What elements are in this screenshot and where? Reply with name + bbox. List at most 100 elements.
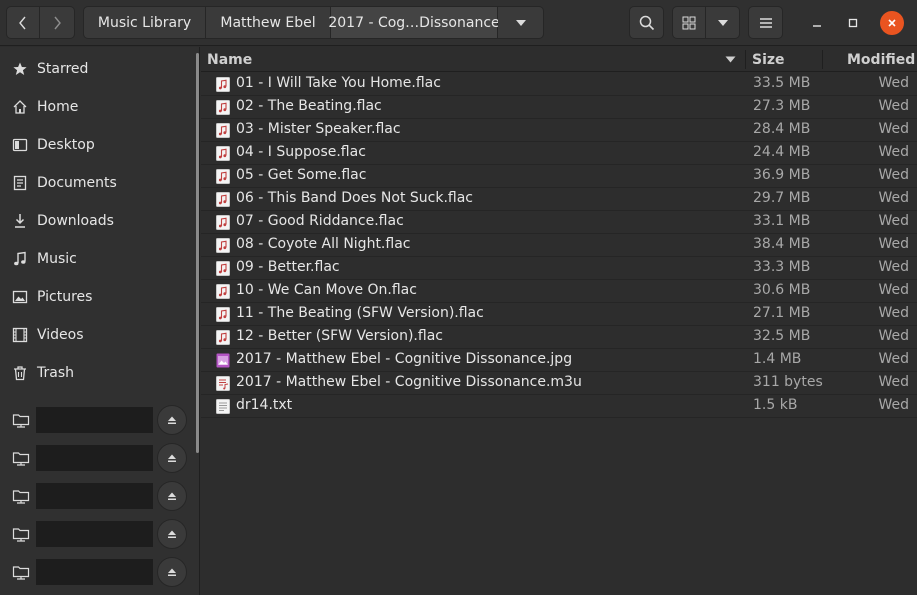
minimize-icon xyxy=(813,25,821,27)
eject-button[interactable] xyxy=(157,557,187,587)
file-size: 27.3 MB xyxy=(753,98,811,114)
main-menu-button[interactable] xyxy=(748,6,783,39)
file-name: 07 - Good Riddance.flac xyxy=(236,213,404,229)
file-modified: Wed xyxy=(878,75,909,91)
sidebar-item-pictures[interactable]: Pictures xyxy=(0,278,196,316)
file-modified: Wed xyxy=(878,397,909,413)
eject-button[interactable] xyxy=(157,519,187,549)
sort-descending-icon xyxy=(725,56,736,63)
file-size: 30.6 MB xyxy=(753,282,811,298)
file-name: 08 - Coyote All Night.flac xyxy=(236,236,411,252)
audio-file-icon xyxy=(216,192,230,207)
file-name: dr14.txt xyxy=(236,397,293,413)
grid-view-button[interactable] xyxy=(672,6,706,39)
hamburger-icon xyxy=(759,17,772,28)
back-button[interactable] xyxy=(6,6,40,39)
file-modified: Wed xyxy=(878,282,909,298)
file-size: 33.3 MB xyxy=(753,259,811,275)
column-modified-header[interactable]: Modified xyxy=(847,47,915,72)
file-row[interactable]: 2017 - Matthew Ebel - Cognitive Dissonan… xyxy=(201,349,917,372)
volume-name-redacted xyxy=(36,559,153,585)
file-modified: Wed xyxy=(878,98,909,114)
volume-name-redacted xyxy=(36,407,153,433)
forward-button[interactable] xyxy=(40,6,75,39)
sidebar-item-trash[interactable]: Trash xyxy=(0,354,196,392)
sidebar-volume[interactable] xyxy=(0,553,196,591)
view-options-button[interactable] xyxy=(706,6,740,39)
sidebar-volume[interactable] xyxy=(0,401,196,439)
sidebar-volume[interactable] xyxy=(0,515,196,553)
sidebar-item-label: Starred xyxy=(37,61,89,77)
file-name: 11 - The Beating (SFW Version).flac xyxy=(236,305,484,321)
chevron-left-icon xyxy=(19,16,26,29)
sidebar-scrollbar[interactable] xyxy=(196,53,199,453)
file-size: 28.4 MB xyxy=(753,121,811,137)
file-row[interactable]: 08 - Coyote All Night.flac 38.4 MB Wed xyxy=(201,234,917,257)
sidebar-item-home[interactable]: Home xyxy=(0,88,196,126)
eject-icon xyxy=(168,454,176,462)
videos-icon xyxy=(12,327,28,343)
file-size: 24.4 MB xyxy=(753,144,811,160)
trash-icon xyxy=(12,365,28,381)
sidebar-volume[interactable] xyxy=(0,477,196,515)
eject-button[interactable] xyxy=(157,405,187,435)
file-modified: Wed xyxy=(878,351,909,367)
search-icon xyxy=(639,15,654,30)
file-row[interactable]: 05 - Get Some.flac 36.9 MB Wed xyxy=(201,165,917,188)
audio-file-icon xyxy=(216,146,230,161)
file-row[interactable]: 06 - This Band Does Not Suck.flac 29.7 MB… xyxy=(201,188,917,211)
file-row[interactable]: 09 - Better.flac 33.3 MB Wed xyxy=(201,257,917,280)
file-row[interactable]: 07 - Good Riddance.flac 33.1 MB Wed xyxy=(201,211,917,234)
network-folder-icon xyxy=(12,528,30,542)
sidebar-item-starred[interactable]: Starred xyxy=(0,50,196,88)
file-row[interactable]: dr14.txt 1.5 kB Wed xyxy=(201,395,917,418)
file-row[interactable]: 04 - I Suppose.flac 24.4 MB Wed xyxy=(201,142,917,165)
column-separator[interactable] xyxy=(822,50,823,69)
close-button[interactable] xyxy=(880,11,904,35)
sidebar: Starred Home Desktop Documents Downloads… xyxy=(0,47,200,595)
breadcrumb-music-library[interactable]: Music Library xyxy=(83,6,206,39)
search-button[interactable] xyxy=(629,6,664,39)
file-name: 09 - Better.flac xyxy=(236,259,340,275)
eject-icon xyxy=(168,416,176,424)
sidebar-item-music[interactable]: Music xyxy=(0,240,196,278)
file-row[interactable]: 10 - We Can Move On.flac 30.6 MB Wed xyxy=(201,280,917,303)
sidebar-item-desktop[interactable]: Desktop xyxy=(0,126,196,164)
column-header: Name Size Modified xyxy=(201,47,917,72)
network-folder-icon xyxy=(12,452,30,466)
file-row[interactable]: 03 - Mister Speaker.flac 28.4 MB Wed xyxy=(201,119,917,142)
eject-button[interactable] xyxy=(157,443,187,473)
file-modified: Wed xyxy=(878,190,909,206)
sidebar-item-documents[interactable]: Documents xyxy=(0,164,196,202)
sidebar-item-downloads[interactable]: Downloads xyxy=(0,202,196,240)
volume-name-redacted xyxy=(36,521,153,547)
file-name: 05 - Get Some.flac xyxy=(236,167,367,183)
audio-file-icon xyxy=(216,123,230,138)
audio-file-icon xyxy=(216,261,230,276)
volume-name-redacted xyxy=(36,483,153,509)
file-row[interactable]: 01 - I Will Take You Home.flac 33.5 MB Wed xyxy=(201,73,917,96)
file-size: 27.1 MB xyxy=(753,305,811,321)
folder-menu-button[interactable] xyxy=(498,6,544,39)
file-row[interactable]: 12 - Better (SFW Version).flac 32.5 MB Wed xyxy=(201,326,917,349)
audio-file-icon xyxy=(216,169,230,184)
sidebar-item-videos[interactable]: Videos xyxy=(0,316,196,354)
file-name: 2017 - Matthew Ebel - Cognitive Dissonan… xyxy=(236,374,582,390)
file-row[interactable]: 11 - The Beating (SFW Version).flac 27.1 … xyxy=(201,303,917,326)
column-size-header[interactable]: Size xyxy=(752,47,785,72)
file-size: 1.4 MB xyxy=(753,351,802,367)
image-file-icon xyxy=(216,353,230,368)
column-separator[interactable] xyxy=(745,50,746,69)
breadcrumb-matthew-ebel[interactable]: Matthew Ebel xyxy=(206,6,331,39)
column-name-header[interactable]: Name xyxy=(207,47,252,72)
sidebar-item-label: Videos xyxy=(37,327,84,343)
breadcrumb-current-folder[interactable]: 2017 - Cog…Dissonance xyxy=(328,6,500,39)
maximize-button[interactable] xyxy=(841,11,865,35)
star-icon xyxy=(12,61,28,77)
sidebar-item-label: Home xyxy=(37,99,79,115)
file-row[interactable]: 2017 - Matthew Ebel - Cognitive Dissonan… xyxy=(201,372,917,395)
minimize-button[interactable] xyxy=(805,11,829,35)
file-row[interactable]: 02 - The Beating.flac 27.3 MB Wed xyxy=(201,96,917,119)
sidebar-volume[interactable] xyxy=(0,439,196,477)
eject-button[interactable] xyxy=(157,481,187,511)
